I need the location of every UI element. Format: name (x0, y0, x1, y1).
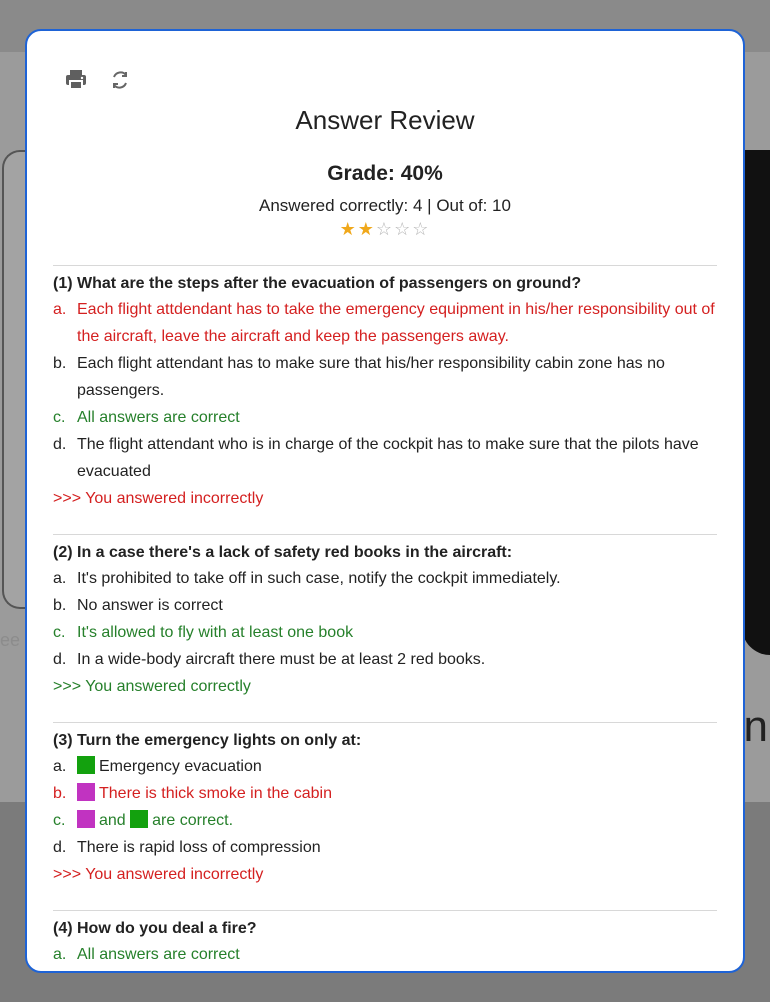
refresh-icon[interactable] (107, 67, 133, 93)
star-icon: ★ (357, 219, 376, 239)
background-text-left: ee (0, 630, 21, 650)
grade-text: Grade: 40% (327, 162, 443, 185)
answer-option: d. The flight attendant who is in charge… (53, 436, 699, 480)
rating-stars: ★★☆☆☆ (27, 219, 743, 240)
print-icon[interactable] (63, 67, 89, 93)
answer-option: c. and are correct. (53, 810, 234, 829)
question-block-1: (1) What are the steps after the evacuat… (53, 265, 717, 534)
question-block-4: (4) How do you deal a fire? a. All answe… (53, 910, 717, 971)
star-outline-icon: ☆ (412, 219, 431, 239)
green-square-icon (130, 810, 149, 828)
star-outline-icon: ☆ (375, 219, 395, 239)
modal-toolbar (63, 67, 133, 93)
review-list[interactable]: (1) What are the steps after the evacuat… (53, 265, 717, 971)
score-summary: Answered correctly: 4 | Out of: 10 (259, 196, 511, 215)
question-block-2: (2) In a case there's a lack of safety r… (53, 534, 717, 722)
answer-option: b. No answer is correct (53, 597, 223, 614)
answer-result: >>> You answered incorrectly (53, 866, 264, 883)
answer-review-modal: Answer Review Grade: 40% Answered correc… (25, 29, 745, 973)
question-title: (4) How do you deal a fire? (53, 920, 257, 937)
answer-option: d. In a wide-body aircraft there must be… (53, 651, 486, 668)
answer-option: a. Emergency evacuation (53, 756, 262, 775)
question-title: (3) Turn the emergency lights on only at… (53, 732, 362, 749)
answer-result: >>> You answered correctly (53, 678, 251, 695)
answer-option: a. It's prohibited to take off in such c… (53, 570, 561, 587)
answer-result: >>> You answered incorrectly (53, 490, 264, 507)
answer-option: c. It's allowed to fly with at least one… (53, 624, 354, 641)
purple-square-icon (77, 810, 95, 828)
answer-option: b. There is thick smoke in the cabin (53, 783, 332, 802)
answer-option: a. All answers are correct (53, 946, 240, 963)
answer-option: d. There is rapid loss of compression (53, 839, 321, 856)
purple-square-icon (77, 783, 95, 801)
question-title: (2) In a case there's a lack of safety r… (53, 544, 513, 561)
modal-title: Answer Review (295, 105, 475, 135)
answer-option: b. Each flight attendant has to make sur… (53, 355, 665, 399)
background-text-right: n (743, 702, 768, 751)
background-illustration-right (742, 150, 770, 655)
star-icon: ★ (339, 219, 358, 239)
star-outline-icon: ☆ (394, 219, 413, 239)
question-title: (1) What are the steps after the evacuat… (53, 275, 582, 292)
answer-option: c. All answers are correct (53, 409, 240, 426)
answer-option: a. Each flight attdendant has to take th… (53, 301, 715, 345)
question-block-3: (3) Turn the emergency lights on only at… (53, 722, 717, 910)
green-square-icon (77, 756, 95, 774)
